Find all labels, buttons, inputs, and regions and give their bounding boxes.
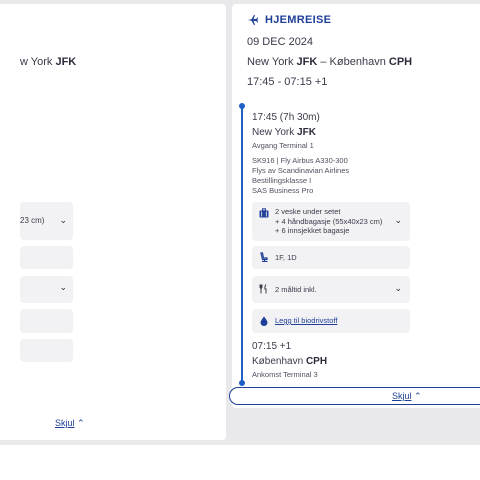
outbound-baggage-text: 23 cm) xyxy=(20,216,45,225)
arrival-time: 07:15 +1 xyxy=(252,341,292,352)
timeline-start-dot xyxy=(239,103,245,109)
outbound-route: w York JFK xyxy=(20,56,77,68)
return-date: 09 DEC 2024 xyxy=(247,36,314,48)
timeline-end-dot xyxy=(239,380,245,386)
seat-text: 1F, 1D xyxy=(275,253,297,262)
arrival-place: København CPH xyxy=(252,356,328,367)
outbound-seat-row xyxy=(20,246,73,269)
fare-product: SAS Business Pro xyxy=(252,186,314,195)
seat-icon xyxy=(260,252,268,262)
biofuel-row: Legg til biodrivstoff xyxy=(252,309,410,333)
operator: Flys av Scandinavian Airlines xyxy=(252,166,350,175)
seat-row: 1F, 1D xyxy=(252,246,410,269)
outbound-baggage-row[interactable]: 23 cm) ⌄ xyxy=(20,202,73,240)
outbound-extra-row xyxy=(20,339,73,362)
return-times: 17:45 - 07:15 +1 xyxy=(247,76,328,88)
departure-place: New York JFK xyxy=(252,127,316,138)
chevron-up-icon: ⌃ xyxy=(77,418,85,428)
outbound-meal-row[interactable]: ⌄ xyxy=(20,276,73,303)
airplane-icon xyxy=(248,15,258,25)
baggage-row[interactable]: 2 veske under setet + 4 håndbagasje (55x… xyxy=(252,202,410,241)
outbound-biofuel-row xyxy=(20,309,73,333)
return-header: HJEMREISE xyxy=(247,14,331,26)
meal-row[interactable]: 2 måltid inkl. ⌄ xyxy=(252,276,410,303)
biofuel-link[interactable]: Legg til biodrivstoff xyxy=(275,316,337,326)
flight-number: SK916 | Fly Airbus A330-300 xyxy=(252,156,348,165)
suitcase-icon xyxy=(259,208,269,218)
chevron-down-icon: ⌄ xyxy=(59,282,67,292)
hide-button-content: Skjul ⌃ xyxy=(392,391,422,402)
chevron-down-icon: ⌄ xyxy=(394,215,402,225)
hide-label: Skjul xyxy=(55,418,75,428)
chevron-down-icon: ⌄ xyxy=(59,215,67,225)
arrival-terminal: Ankomst Terminal 3 xyxy=(252,370,318,379)
timeline-line xyxy=(241,106,243,383)
cutlery-icon xyxy=(259,284,267,294)
return-title: HJEMREISE xyxy=(265,14,332,26)
outbound-hide-link[interactable]: Skjul ⌃ xyxy=(55,418,85,429)
chevron-down-icon: ⌄ xyxy=(394,283,402,293)
hide-label: Skjul xyxy=(392,391,412,401)
return-route: New York JFK – København CPH xyxy=(247,56,413,68)
meal-text: 2 måltid inkl. xyxy=(275,285,317,294)
drop-icon xyxy=(260,316,268,326)
booking-class: Bestillingsklasse I xyxy=(252,176,312,185)
baggage-text: 2 veske under setet + 4 håndbagasje (55x… xyxy=(275,207,383,235)
departure-time: 17:45 (7h 30m) xyxy=(252,112,320,123)
departure-terminal: Avgang Terminal 1 xyxy=(252,141,314,150)
return-hide-button[interactable]: Skjul ⌃ xyxy=(229,387,480,405)
chevron-up-icon: ⌃ xyxy=(414,391,422,401)
flight-info: SK916 | Fly Airbus A330-300 Flys av Scan… xyxy=(252,156,349,196)
